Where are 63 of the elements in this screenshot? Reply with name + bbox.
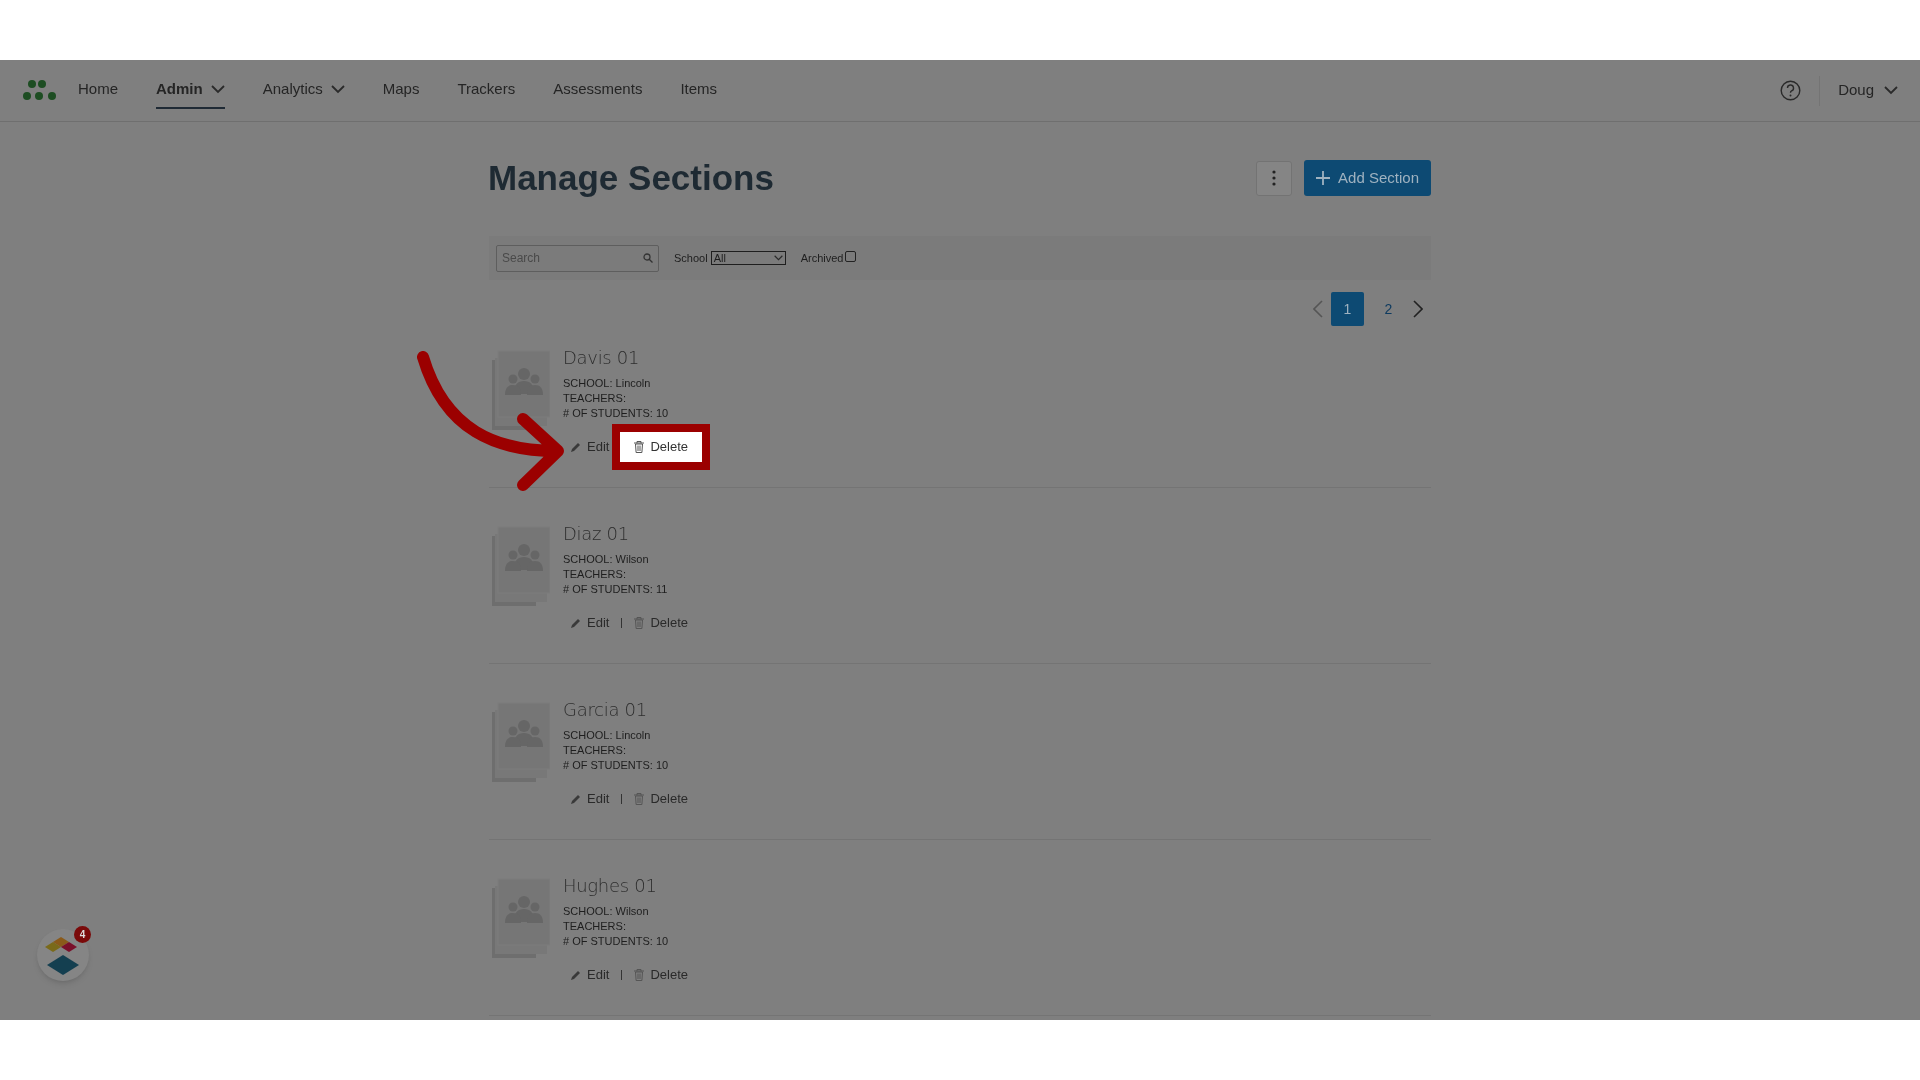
pencil-icon: [570, 441, 581, 453]
pencil-icon: [570, 969, 581, 981]
school-text: SCHOOL: Lincoln: [563, 728, 652, 743]
nav-tab[interactable]: Maps: [382, 72, 420, 109]
section-name: Hughes 01: [563, 876, 658, 896]
school-select[interactable]: All: [710, 251, 786, 265]
help-widget[interactable]: 4: [37, 929, 89, 981]
school-label: School: [674, 250, 708, 266]
delete-button[interactable]: Delete: [634, 789, 688, 809]
next-page-icon[interactable]: [1413, 300, 1423, 318]
teachers-text: TEACHERS:: [563, 919, 627, 934]
user-menu[interactable]: Doug: [1838, 79, 1898, 102]
trash-icon: [634, 617, 645, 629]
logo-icon: [22, 78, 58, 103]
chevron-down-icon: [330, 85, 345, 94]
teachers-text: TEACHERS:: [563, 743, 627, 758]
pencil-icon: [570, 793, 581, 805]
search-icon: [643, 252, 653, 263]
delete-button[interactable]: Delete: [634, 965, 688, 985]
trash-icon: [634, 969, 645, 981]
group-icon: [492, 526, 550, 606]
nav-tab[interactable]: Items: [680, 72, 718, 109]
nav-tab[interactable]: Trackers: [457, 72, 516, 109]
school-text: SCHOOL: Wilson: [563, 904, 650, 919]
edit-button[interactable]: Edit: [570, 613, 610, 633]
teachers-text: TEACHERS:: [563, 567, 627, 582]
chevron-down-icon: [1884, 86, 1898, 95]
school-text: SCHOOL: Wilson: [563, 552, 650, 567]
plus-icon: [1316, 171, 1331, 185]
delete-button[interactable]: Delete: [634, 613, 688, 633]
chevron-down-icon: [210, 85, 225, 94]
nav-tab[interactable]: Analytics: [262, 72, 345, 109]
page-button[interactable]: 2: [1372, 292, 1405, 326]
students-count: # OF STUDENTS: 10: [563, 758, 670, 773]
archived-checkbox[interactable]: [845, 250, 857, 262]
section-name: Diaz 01: [563, 524, 630, 544]
edit-button[interactable]: Edit: [570, 789, 610, 809]
group-icon: [492, 878, 550, 958]
students-count: # OF STUDENTS: 10: [563, 406, 670, 421]
group-icon: [492, 702, 550, 782]
page-button[interactable]: 1: [1331, 292, 1364, 326]
nav-tab[interactable]: Admin: [156, 72, 225, 109]
nav-tab[interactable]: Home: [78, 72, 118, 109]
pencil-icon: [570, 617, 581, 629]
chevron-down-icon: [773, 255, 783, 261]
archived-label: Archived: [800, 250, 844, 266]
students-count: # OF STUDENTS: 11: [563, 582, 669, 597]
kebab-icon: [1272, 170, 1277, 186]
edit-button[interactable]: Edit: [570, 965, 610, 985]
help-icon[interactable]: [1780, 80, 1802, 101]
school-text: SCHOOL: Lincoln: [563, 376, 652, 391]
section-name: Garcia 01: [563, 700, 648, 720]
page-title: Manage Sections: [488, 156, 774, 199]
students-count: # OF STUDENTS: 10: [563, 934, 670, 949]
add-section-button[interactable]: Add Section: [1304, 160, 1431, 196]
notification-badge: 4: [74, 926, 91, 943]
trash-icon: [634, 441, 645, 453]
group-icon: [492, 350, 550, 430]
trash-icon: [634, 793, 645, 805]
edit-button[interactable]: Edit: [570, 437, 610, 457]
section-name: Davis 01: [563, 348, 641, 368]
teachers-text: TEACHERS:: [563, 391, 627, 406]
nav-tab[interactable]: Assessments: [553, 72, 643, 109]
